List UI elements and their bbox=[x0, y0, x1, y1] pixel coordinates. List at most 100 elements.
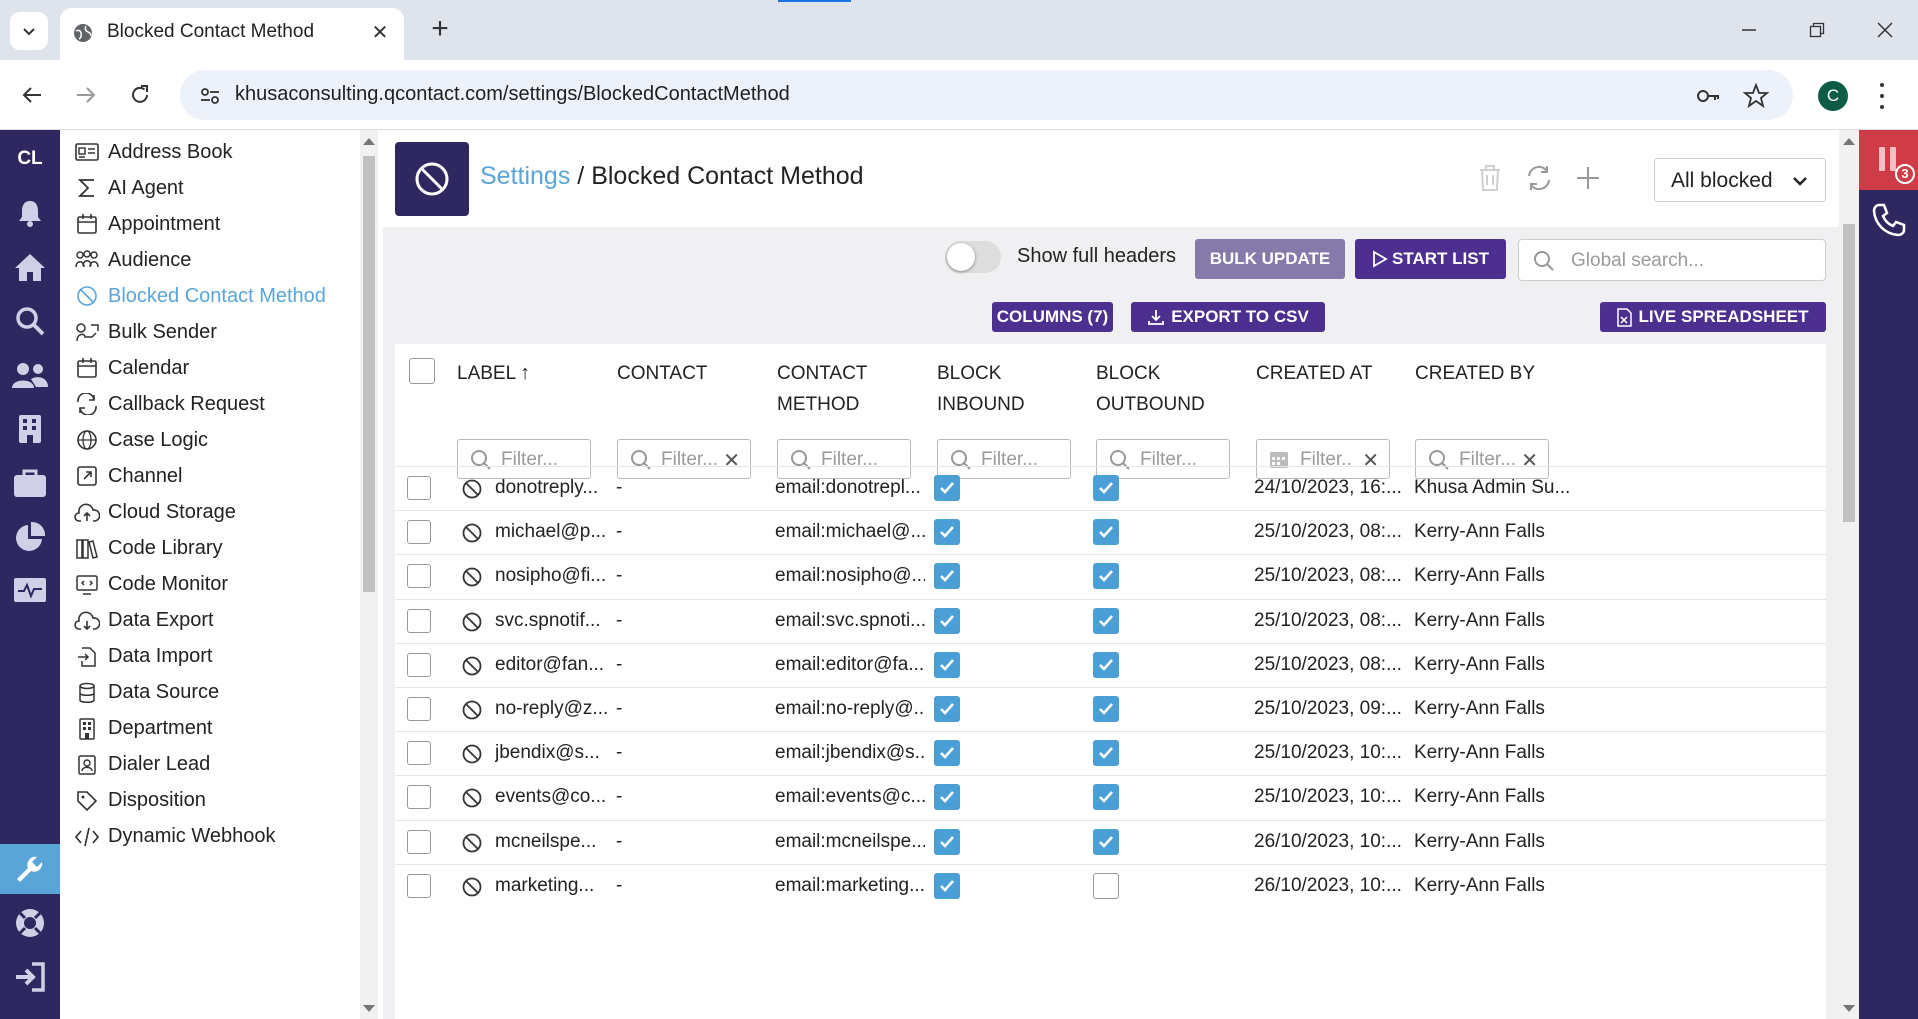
forward-button[interactable] bbox=[68, 77, 104, 113]
address-bar[interactable]: khusaconsulting.qcontact.com/settings/Bl… bbox=[180, 70, 1793, 120]
wrench-icon[interactable] bbox=[0, 844, 60, 894]
add-button[interactable] bbox=[1570, 160, 1606, 196]
phone-icon[interactable] bbox=[1871, 202, 1907, 238]
table-row[interactable]: events@co... - email:events@c... 25/10/2023… bbox=[395, 775, 1826, 819]
refresh-button[interactable] bbox=[1521, 160, 1557, 196]
row-checkbox[interactable] bbox=[407, 652, 431, 677]
block-outbound-checkbox[interactable] bbox=[1093, 651, 1119, 678]
menu-item-dynamic-webhook[interactable]: Dynamic Webhook bbox=[60, 815, 360, 859]
reload-button[interactable] bbox=[122, 77, 158, 113]
live-spreadsheet-button[interactable]: LIVE SPREADSHEET bbox=[1600, 302, 1826, 332]
table-row[interactable]: jbendix@s... - email:jbendix@s... 25/10/202… bbox=[395, 731, 1826, 775]
table-row[interactable]: donotreply... - email:donotrepl... 24/10/20… bbox=[395, 466, 1826, 510]
column-header-contact-method[interactable]: CONTACT METHOD bbox=[777, 358, 927, 420]
breadcrumb-settings-link[interactable]: Settings bbox=[480, 162, 570, 190]
start-list-button[interactable]: START LIST bbox=[1355, 239, 1506, 279]
sort-ascending-icon[interactable]: ↑ bbox=[520, 362, 530, 384]
scroll-up-arrow[interactable] bbox=[363, 138, 375, 145]
row-checkbox[interactable] bbox=[407, 564, 431, 589]
table-row[interactable]: mcneilspe... - email:mcneilspe... 26/10/202… bbox=[395, 819, 1826, 864]
blocked-filter-select[interactable]: All blocked bbox=[1654, 158, 1826, 202]
block-inbound-checkbox[interactable] bbox=[934, 651, 960, 678]
building-icon[interactable] bbox=[0, 404, 60, 454]
block-inbound-checkbox[interactable] bbox=[934, 740, 960, 767]
block-outbound-checkbox[interactable] bbox=[1093, 740, 1119, 767]
block-outbound-checkbox[interactable] bbox=[1093, 784, 1119, 811]
row-checkbox[interactable] bbox=[407, 697, 431, 721]
global-search-input[interactable]: Global search... bbox=[1518, 239, 1826, 281]
block-outbound-checkbox[interactable] bbox=[1093, 872, 1119, 899]
row-checkbox[interactable] bbox=[407, 873, 431, 898]
key-icon[interactable] bbox=[1695, 83, 1721, 109]
browser-tab[interactable]: Blocked Contact Method ✕ bbox=[60, 8, 404, 60]
monitor-icon[interactable] bbox=[0, 566, 60, 616]
close-window-button[interactable] bbox=[1862, 10, 1908, 50]
column-header-block-outbound[interactable]: BLOCK OUTBOUND bbox=[1096, 358, 1246, 420]
column-header-created-by[interactable]: CREATED BY bbox=[1415, 358, 1565, 389]
row-checkbox[interactable] bbox=[407, 741, 431, 766]
bulk-update-button[interactable]: BULK UPDATE bbox=[1195, 239, 1345, 279]
main-scroll-thumb[interactable] bbox=[1843, 224, 1855, 522]
scroll-up-arrow[interactable] bbox=[1843, 138, 1855, 145]
table-row[interactable]: nosipho@fi... - email:nosipho@... 25/10/202… bbox=[395, 554, 1826, 598]
block-inbound-checkbox[interactable] bbox=[934, 784, 960, 811]
table-row[interactable]: svc.spnotif... - email:svc.spnoti... 25/10/… bbox=[395, 598, 1826, 643]
home-icon[interactable] bbox=[0, 242, 60, 292]
table-row[interactable]: no-reply@z... - email:no-reply@... 25/10/20… bbox=[395, 687, 1826, 731]
block-inbound-checkbox[interactable] bbox=[934, 475, 960, 501]
block-outbound-checkbox[interactable] bbox=[1093, 475, 1119, 501]
star-icon[interactable] bbox=[1743, 83, 1769, 109]
show-full-headers-toggle[interactable] bbox=[945, 241, 1001, 273]
menu-scroll-thumb[interactable] bbox=[363, 156, 375, 592]
database-icon bbox=[74, 680, 100, 706]
menu-scrollbar[interactable] bbox=[360, 130, 378, 1019]
block-outbound-checkbox[interactable] bbox=[1093, 696, 1119, 722]
main-scrollbar[interactable] bbox=[1839, 130, 1859, 1019]
row-checkbox[interactable] bbox=[407, 829, 431, 854]
search-icon[interactable] bbox=[0, 296, 60, 346]
row-checkbox[interactable] bbox=[407, 608, 431, 633]
row-checkbox[interactable] bbox=[407, 476, 431, 500]
scroll-down-arrow[interactable] bbox=[1843, 1005, 1855, 1012]
row-checkbox[interactable] bbox=[407, 520, 431, 545]
tab-search-button[interactable] bbox=[10, 12, 48, 50]
briefcase-icon[interactable] bbox=[0, 458, 60, 508]
block-outbound-checkbox[interactable] bbox=[1093, 519, 1119, 546]
block-inbound-checkbox[interactable] bbox=[934, 607, 960, 634]
column-header-label[interactable]: LABEL ↑ bbox=[457, 358, 607, 389]
column-header-contact[interactable]: CONTACT bbox=[617, 358, 767, 389]
scroll-down-arrow[interactable] bbox=[363, 1005, 375, 1012]
users-icon[interactable] bbox=[0, 350, 60, 400]
minimize-button[interactable] bbox=[1726, 10, 1772, 50]
block-inbound-checkbox[interactable] bbox=[934, 872, 960, 899]
lifebuoy-icon[interactable] bbox=[0, 898, 60, 948]
column-header-created-at[interactable]: CREATED AT bbox=[1256, 358, 1406, 389]
pause-status-button[interactable]: 3 bbox=[1859, 130, 1918, 190]
columns-button[interactable]: COLUMNS (7) bbox=[992, 302, 1113, 332]
block-outbound-checkbox[interactable] bbox=[1093, 563, 1119, 590]
block-inbound-checkbox[interactable] bbox=[934, 828, 960, 855]
column-header-block-inbound[interactable]: BLOCK INBOUND bbox=[937, 358, 1087, 420]
block-inbound-checkbox[interactable] bbox=[934, 519, 960, 546]
delete-button[interactable] bbox=[1472, 160, 1508, 196]
back-button[interactable] bbox=[14, 77, 50, 113]
block-inbound-checkbox[interactable] bbox=[934, 696, 960, 722]
profile-avatar[interactable]: C bbox=[1818, 81, 1848, 111]
row-checkbox[interactable] bbox=[407, 785, 431, 810]
app-logo[interactable]: CL bbox=[0, 148, 60, 170]
restore-button[interactable] bbox=[1794, 10, 1840, 50]
logout-icon[interactable] bbox=[0, 952, 60, 1002]
table-row[interactable]: marketing... - email:marketing... 26/10/202… bbox=[395, 863, 1826, 908]
new-tab-button[interactable]: + bbox=[423, 12, 457, 46]
bell-icon[interactable] bbox=[0, 188, 60, 238]
block-outbound-checkbox[interactable] bbox=[1093, 828, 1119, 855]
block-outbound-checkbox[interactable] bbox=[1093, 607, 1119, 634]
table-row[interactable]: editor@fan... - email:editor@fa... 25/10/20… bbox=[395, 642, 1826, 687]
pie-chart-icon[interactable] bbox=[0, 512, 60, 562]
export-csv-button[interactable]: EXPORT TO CSV bbox=[1131, 302, 1325, 332]
select-all-checkbox[interactable] bbox=[409, 358, 435, 384]
table-row[interactable]: michael@p... - email:michael@... 25/10/2023… bbox=[395, 510, 1826, 554]
browser-menu-icon[interactable] bbox=[1872, 80, 1892, 112]
block-inbound-checkbox[interactable] bbox=[934, 563, 960, 590]
close-tab-button[interactable]: ✕ bbox=[368, 20, 392, 44]
